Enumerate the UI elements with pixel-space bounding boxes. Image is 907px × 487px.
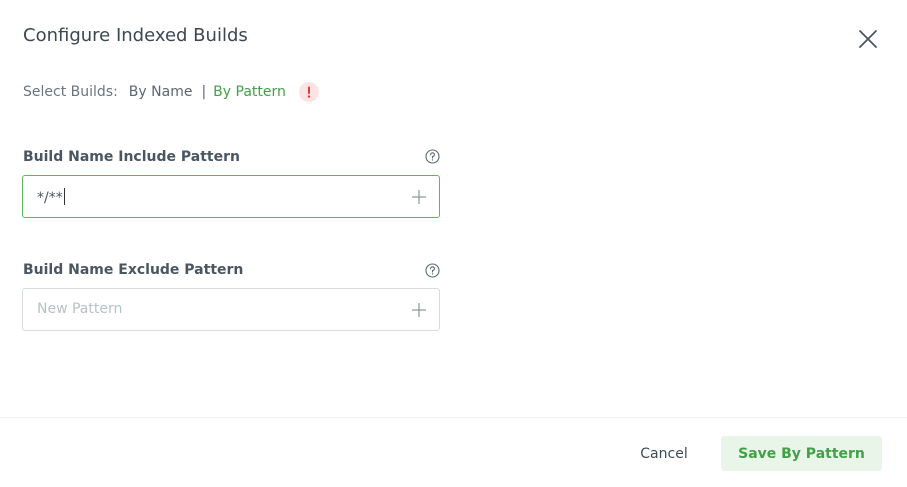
dialog-title: Configure Indexed Builds	[23, 25, 248, 46]
save-by-pattern-button[interactable]: Save By Pattern	[721, 436, 882, 471]
close-icon	[859, 30, 877, 48]
question-circle-icon[interactable]	[425, 149, 440, 164]
plus-icon	[412, 190, 426, 204]
exclamation-icon	[298, 82, 319, 102]
add-exclude-pattern-button[interactable]	[410, 301, 428, 319]
close-button[interactable]	[856, 27, 880, 51]
select-builds-row: Select Builds: By Name | By Pattern	[23, 82, 319, 102]
question-circle-icon[interactable]	[425, 263, 440, 278]
exclude-pattern-label: Build Name Exclude Pattern	[23, 262, 244, 278]
exclude-pattern-placeholder: New Pattern	[37, 301, 123, 317]
configure-indexed-builds-dialog: Configure Indexed Builds Select Builds: …	[0, 0, 907, 487]
by-pattern-option[interactable]: By Pattern	[213, 84, 286, 100]
cancel-button[interactable]: Cancel	[620, 436, 708, 471]
option-separator: |	[201, 84, 207, 100]
plus-icon	[412, 303, 426, 317]
exclude-pattern-input[interactable]: New Pattern	[22, 288, 440, 331]
add-include-pattern-button[interactable]	[410, 188, 428, 206]
include-pattern-input[interactable]: */**	[22, 175, 440, 218]
text-caret	[63, 188, 65, 205]
include-pattern-label: Build Name Include Pattern	[23, 149, 240, 165]
include-pattern-value: */**	[37, 188, 65, 206]
select-builds-label: Select Builds:	[23, 84, 118, 100]
by-name-option[interactable]: By Name	[129, 84, 193, 100]
footer-divider	[0, 417, 907, 418]
